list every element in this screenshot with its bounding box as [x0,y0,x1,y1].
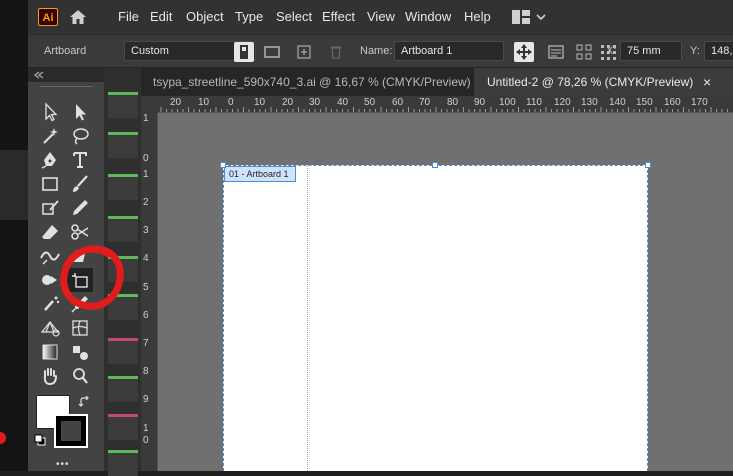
ruler-label: 2 [143,197,149,208]
mode-label: Artboard [44,45,87,57]
artboard-name-input[interactable]: Artboard 1 [394,41,504,61]
menu-view[interactable]: View [367,0,395,34]
default-fill-stroke-icon[interactable] [34,434,46,446]
dock-panel-2[interactable] [108,132,138,158]
ruler-label: 8 [143,366,149,377]
ruler-label: 3 [143,225,149,236]
home-icon[interactable] [68,8,88,26]
menu-select[interactable]: Select [276,0,312,34]
selection-tool-icon[interactable] [37,100,63,124]
dock-panel-10[interactable] [108,450,138,476]
menubar: Ai File Edit Object Type Select Effect V… [28,0,733,34]
menu-file[interactable]: File [118,0,139,34]
menu-edit[interactable]: Edit [150,0,172,34]
ruler-label: 9 [143,394,149,405]
x-label: X: [606,45,617,57]
horizontal-ruler[interactable]: 20 10 0 10 20 30 40 50 60 70 80 90 100 1… [158,96,733,113]
perspective-grid-tool-icon[interactable] [37,316,63,340]
annotation-dot [0,432,6,444]
desktop-background [0,0,28,471]
vertical-ruler[interactable]: 1 0 1 2 3 4 5 6 7 8 9 1 0 [141,113,158,471]
menu-window[interactable]: Window [405,0,451,34]
paintbrush-tool-icon[interactable] [67,172,93,196]
artboard-handle-top-left[interactable] [220,162,226,168]
ruler-label: 1 [143,113,149,124]
stroke-swatch-hole [61,421,81,441]
move-with-artboard-icon[interactable] [514,42,534,62]
artboard-options-icon[interactable] [546,42,566,62]
ruler-origin[interactable] [141,96,158,113]
ruler-label: 6 [143,310,149,321]
scissors-tool-icon[interactable] [67,220,93,244]
horizontal-ruler-ticks [160,107,728,112]
lasso-tool-icon[interactable] [67,124,93,148]
y-position-input[interactable]: 148,5 r [704,41,733,61]
menu-help[interactable]: Help [464,0,491,34]
zoom-tool-icon[interactable] [67,364,93,388]
new-artboard-icon[interactable] [294,42,314,62]
blend-tool-icon[interactable] [67,340,93,364]
artboard-handle-top-middle[interactable] [432,162,438,168]
rearrange-artboards-icon[interactable] [574,42,594,62]
eraser-tool-icon[interactable] [37,220,63,244]
menu-effect[interactable]: Effect [322,0,355,34]
tab-document-2[interactable]: Untitled-2 @ 78,26 % (CMYK/Preview) [487,68,693,96]
preset-value: Custom [131,45,169,57]
vertical-guide[interactable] [307,166,308,471]
x-position-input[interactable]: 75 mm [620,41,682,61]
rectangle-tool-icon[interactable] [37,172,63,196]
shaper-tool-icon[interactable] [37,196,63,220]
dock-panel-7[interactable] [108,338,138,364]
collapse-toolbar-icon[interactable] [34,71,44,79]
workspace-switcher-icon[interactable] [512,10,546,24]
gradient-tool-icon[interactable] [37,340,63,364]
dock-panel-3[interactable] [108,174,138,200]
dock-panel-1[interactable] [108,92,138,118]
pencil-tool-icon[interactable] [67,196,93,220]
app-logo: Ai [38,8,58,26]
artboard[interactable] [223,165,648,471]
artboard-handle-top-right[interactable] [645,162,651,168]
name-label: Name: [360,45,393,57]
toolbar-grip [40,86,92,87]
edit-toolbar-icon[interactable]: ••• [56,459,70,470]
portrait-orientation-icon[interactable] [234,42,254,62]
tab-document-1[interactable]: tsypa_streetline_590x740_3.ai @ 16,67 % … [153,68,471,96]
magic-wand-tool-icon[interactable] [37,124,63,148]
close-tab-icon[interactable]: × [703,68,711,96]
ruler-label: 1 [143,423,149,434]
direct-selection-tool-icon[interactable] [67,100,93,124]
dock-panel-9[interactable] [108,414,138,440]
dock-panel-4[interactable] [108,216,138,242]
toolbar-header [28,68,104,82]
swap-fill-stroke-icon[interactable] [78,395,92,409]
ruler-label: 7 [143,338,149,349]
dock-panel-8[interactable] [108,376,138,402]
control-bar: Artboard Custom Name: Artboard 1 X: 75 m… [28,34,733,68]
hand-tool-icon[interactable] [37,364,63,388]
ruler-label: 5 [143,282,149,293]
y-label: Y: [690,45,700,57]
document-tabs: tsypa_streetline_590x740_3.ai @ 16,67 % … [141,68,733,96]
landscape-orientation-icon[interactable] [262,42,282,62]
type-tool-icon[interactable] [67,148,93,172]
annotation-circle [60,245,124,310]
ruler-label: 0 [143,435,149,446]
artboard-label: 01 - Artboard 1 [224,166,296,182]
menu-type[interactable]: Type [235,0,263,34]
pen-tool-icon[interactable] [37,148,63,172]
menu-object[interactable]: Object [186,0,224,34]
ruler-label: 1 [143,169,149,180]
stroke-swatch[interactable] [54,414,88,448]
delete-artboard-icon[interactable] [326,42,346,62]
ruler-label: 4 [143,253,149,264]
mesh-tool-icon[interactable] [67,316,93,340]
ruler-label: 0 [143,153,149,164]
